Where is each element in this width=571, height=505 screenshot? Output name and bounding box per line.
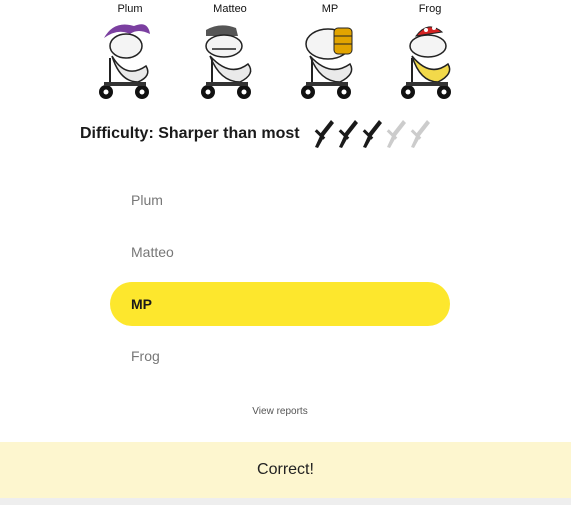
character-matteo: Matteo — [190, 0, 270, 100]
plum-character-icon — [99, 24, 150, 99]
knife-icon — [338, 120, 358, 148]
knife-icon — [314, 120, 334, 148]
answer-option-frog[interactable]: Frog — [110, 334, 450, 378]
difficulty-label: Difficulty: Sharper than most — [80, 125, 300, 142]
character-name: MP — [321, 3, 339, 15]
result-text: Correct! — [257, 461, 314, 478]
character-name: Frog — [418, 3, 442, 15]
character-frog: Frog — [390, 0, 470, 100]
character-name: Matteo — [213, 3, 247, 15]
mp-character-icon — [301, 27, 353, 99]
difficulty-row: Difficulty: Sharper than most — [80, 117, 432, 151]
character-mp: MP — [290, 0, 370, 100]
matteo-character-icon — [201, 25, 252, 99]
view-reports-link[interactable]: View reports — [0, 406, 560, 417]
answer-option-label: Frog — [131, 348, 160, 364]
answer-options: Plum Matteo MP Frog — [110, 178, 450, 386]
result-banner: Correct! — [0, 442, 571, 498]
answer-option-label: MP — [131, 296, 152, 312]
character-name: Plum — [117, 3, 143, 15]
answer-option-label: Matteo — [131, 244, 174, 260]
knife-icon — [362, 120, 382, 148]
answer-option-plum[interactable]: Plum — [110, 178, 450, 222]
character-plum: Plum — [90, 0, 170, 100]
frog-character-icon — [401, 26, 451, 99]
knife-icon-empty — [410, 120, 430, 148]
character-lineup: Plum Matteo MP Frog — [0, 0, 571, 100]
answer-option-matteo[interactable]: Matteo — [110, 230, 450, 274]
answer-option-label: Plum — [131, 192, 163, 208]
difficulty-rating — [312, 117, 432, 151]
answer-option-mp[interactable]: MP — [110, 282, 450, 326]
bottom-divider — [0, 498, 571, 505]
knife-icon-empty — [386, 120, 406, 148]
